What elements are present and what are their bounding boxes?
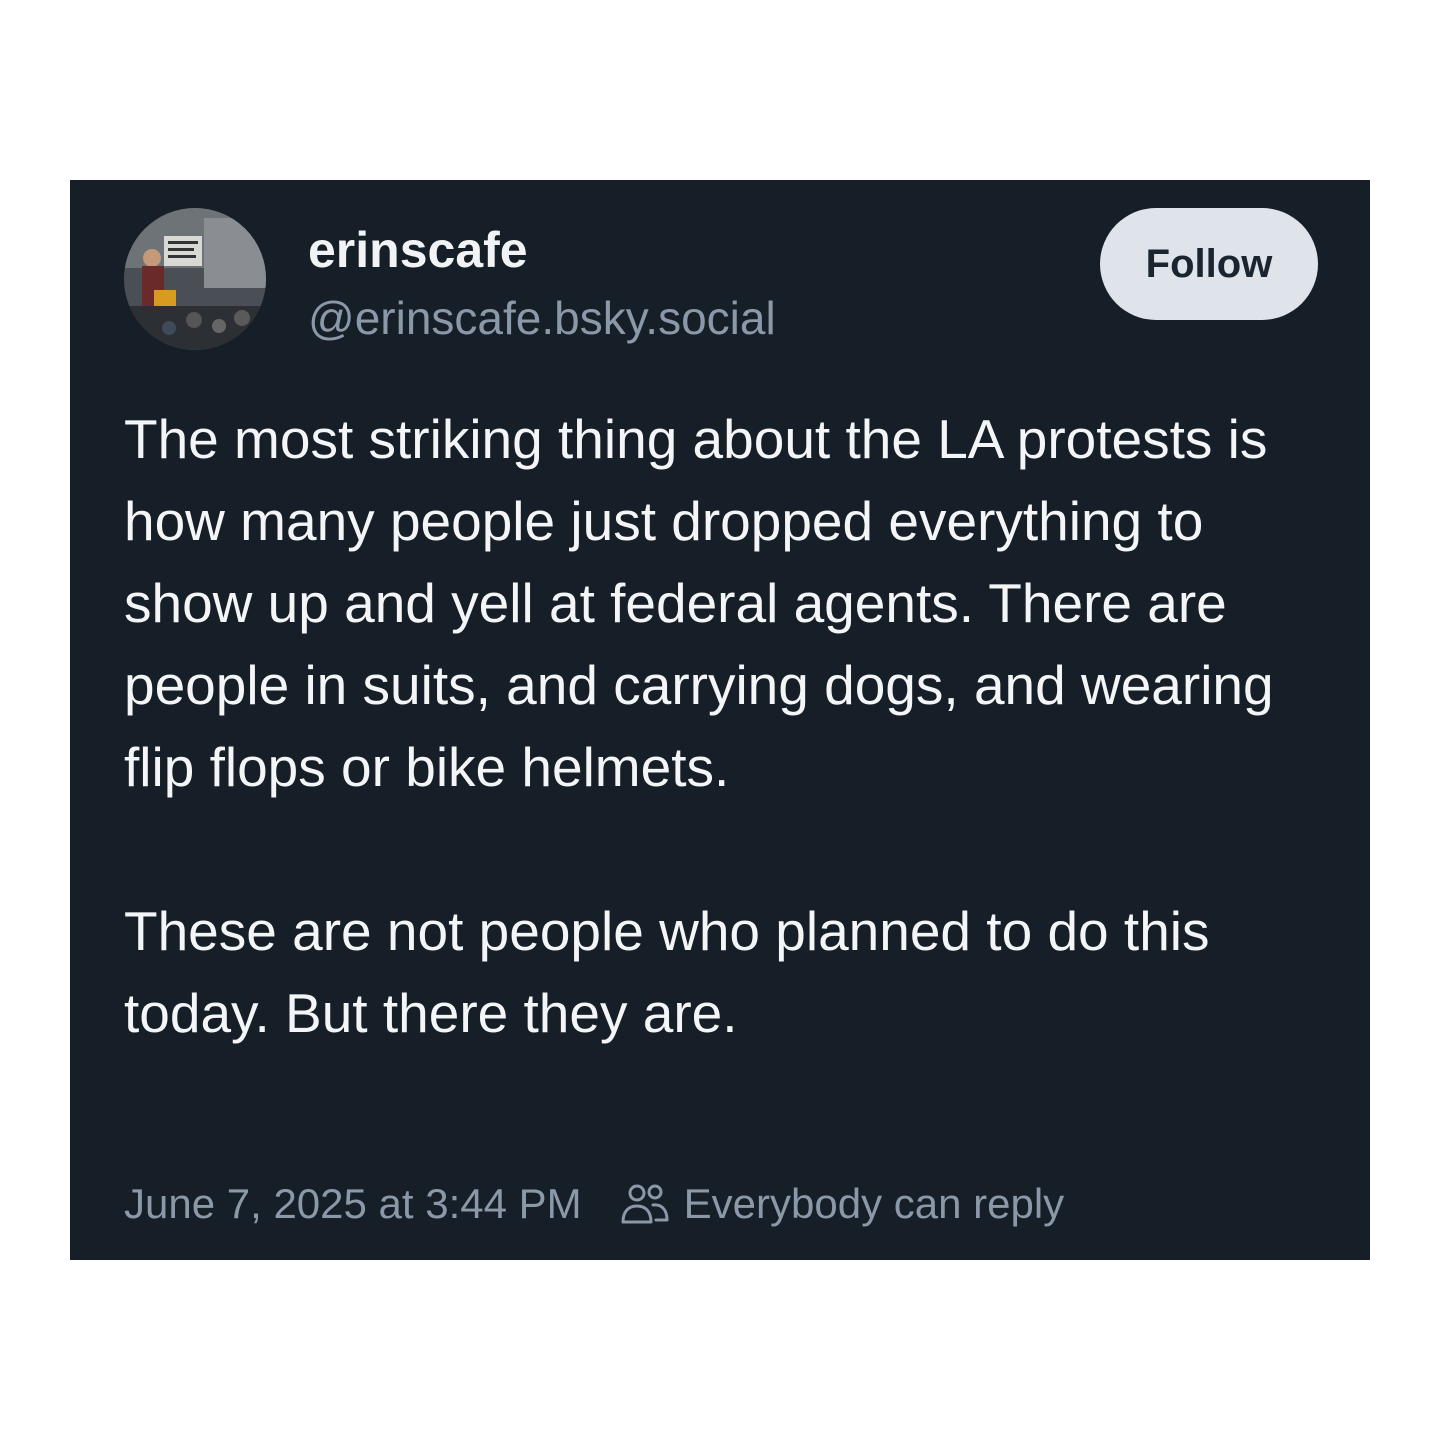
post-paragraph: These are not people who planned to do t… bbox=[124, 900, 1210, 1044]
avatar-image bbox=[124, 208, 266, 350]
user-handle[interactable]: @erinscafe.bsky.social bbox=[308, 290, 776, 346]
post-text: The most striking thing about the LA pro… bbox=[124, 398, 1334, 1054]
post-footer: June 7, 2025 at 3:44 PM Everybody can re… bbox=[124, 1174, 1064, 1234]
post-timestamp[interactable]: June 7, 2025 at 3:44 PM bbox=[124, 1180, 582, 1228]
post-paragraph: The most striking thing about the LA pro… bbox=[124, 408, 1274, 798]
reply-setting-label[interactable]: Everybody can reply bbox=[684, 1180, 1065, 1228]
people-icon bbox=[620, 1182, 670, 1226]
avatar[interactable] bbox=[124, 208, 266, 350]
post-card: erinscafe @erinscafe.bsky.social Follow … bbox=[70, 180, 1370, 1260]
display-name[interactable]: erinscafe bbox=[308, 220, 528, 280]
follow-button[interactable]: Follow bbox=[1100, 208, 1318, 320]
